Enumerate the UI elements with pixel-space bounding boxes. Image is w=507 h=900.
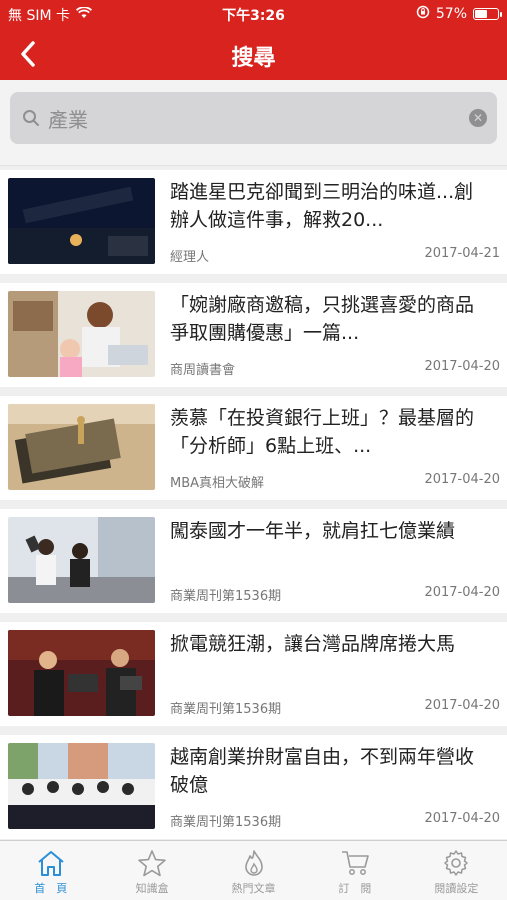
article-thumbnail [8,517,155,603]
article-source: 商業周刊第1536期 [170,815,282,830]
article-item[interactable]: 掀電競狂潮，讓台灣品牌席捲大馬 商業周刊第1536期 2017-04-20 [0,622,507,726]
article-item[interactable]: 越南創業拚財富自由，不到兩年營收破億 商業周刊第1536期 2017-04-20 [0,735,507,839]
search-bar: ✕ [0,80,507,166]
home-icon [38,851,64,876]
search-icon [23,110,39,126]
article-source: 商業周刊第1536期 [170,702,282,717]
article-title: 踏進星巴克卻聞到三明治的味道...創辦人做這件事，解救20... [170,181,474,231]
article-title: 闖泰國才一年半，就肩扛七億業績 [170,520,456,542]
search-input[interactable] [48,106,428,130]
gear-icon [444,850,469,876]
article-thumbnail [8,291,155,377]
tab-subscribe[interactable]: 訂 閱 [304,841,405,900]
tab-popular[interactable]: 熱門文章 [203,841,304,900]
tab-label: 訂 閱 [338,882,372,895]
search-box[interactable]: ✕ [10,92,497,144]
nav-bar: 搜尋 [0,28,507,80]
close-icon: ✕ [472,111,484,125]
tab-home[interactable]: 首 頁 [0,841,101,900]
tab-label: 熱門文章 [231,882,276,895]
battery-icon [473,8,502,20]
article-thumbnail [8,404,155,490]
article-item[interactable]: 踏進星巴克卻聞到三明治的味道...創辦人做這件事，解救20... 經理人 201… [0,170,507,274]
article-item[interactable]: 「婉謝廠商邀稿，只挑選喜愛的商品爭取團購優惠」一篇... 商周讀書會 2017-… [0,283,507,387]
article-source: 商業周刊第1536期 [170,589,282,604]
tab-knowledge-box[interactable]: 知識盒 [101,841,202,900]
article-item[interactable]: 羨慕「在投資銀行上班」？最基層的「分析師」6點上班、... MBA真相大破解 2… [0,396,507,500]
status-right: 57% [416,5,502,23]
article-thumbnail [8,630,155,716]
battery-fill [475,10,487,18]
tab-reading-settings[interactable]: 閱讀設定 [406,841,507,900]
star-icon [138,850,166,877]
tab-bar: 首 頁 知識盒 熱門文章 訂 閱 閱讀設定 [0,840,507,900]
tab-label: 首 頁 [34,882,68,895]
tab-label: 閱讀設定 [434,882,479,895]
status-bar: 無 SIM 卡 下午3:26 57% [0,0,507,28]
article-date: 2017-04-20 [424,811,500,826]
article-thumbnail [8,743,155,829]
article-date: 2017-04-20 [424,359,500,374]
article-date: 2017-04-21 [424,246,500,261]
page-title: 搜尋 [231,46,276,71]
article-date: 2017-04-20 [424,585,500,600]
clear-search-button[interactable]: ✕ [469,109,487,127]
rotation-lock-icon [416,5,430,23]
tab-label: 知識盒 [135,882,169,895]
article-source: 商周讀書會 [170,363,236,378]
article-thumbnail [8,178,155,264]
article-title: 羨慕「在投資銀行上班」？最基層的「分析師」6點上班、... [170,407,475,457]
flame-icon [244,850,263,876]
cart-icon [341,851,369,875]
article-date: 2017-04-20 [424,472,500,487]
article-item[interactable]: 闖泰國才一年半，就肩扛七億業績 商業周刊第1536期 2017-04-20 [0,509,507,613]
article-date: 2017-04-20 [424,698,500,713]
article-source: MBA真相大破解 [170,476,265,491]
battery-percent: 57% [435,6,467,22]
article-title: 越南創業拚財富自由，不到兩年營收破億 [170,746,475,796]
article-title: 「婉謝廠商邀稿，只挑選喜愛的商品爭取團購優惠」一篇... [170,294,475,344]
article-title: 掀電競狂潮，讓台灣品牌席捲大馬 [170,633,456,655]
article-source: 經理人 [170,250,210,265]
